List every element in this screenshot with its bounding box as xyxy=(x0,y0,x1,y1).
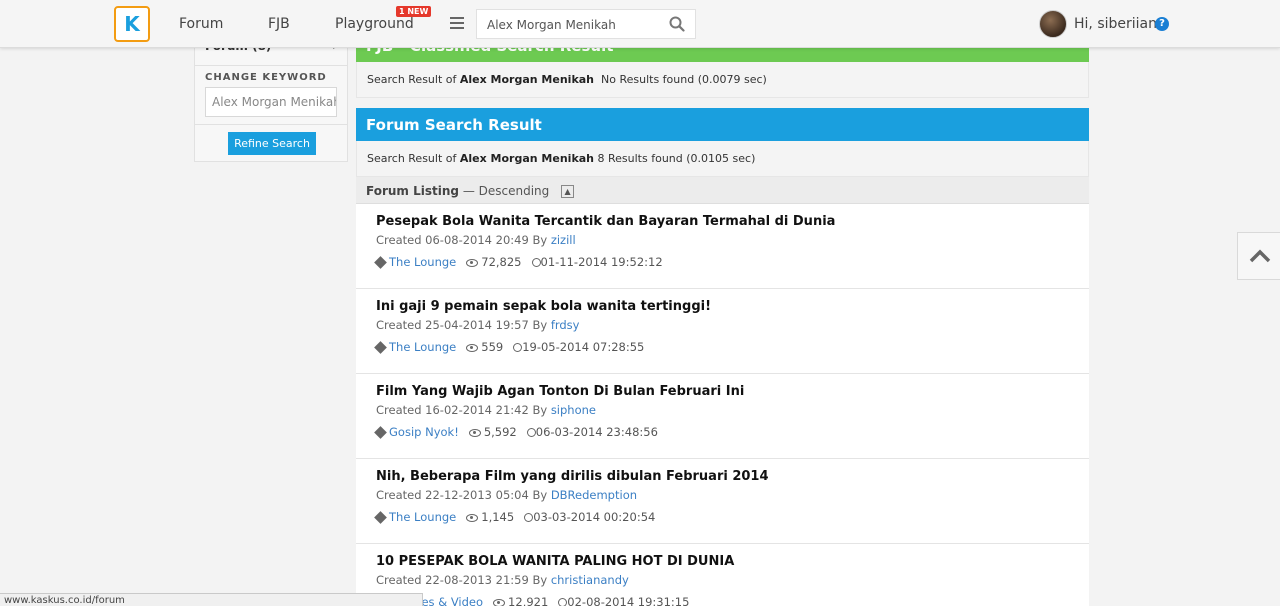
author-link[interactable]: christianandy xyxy=(551,573,629,587)
thread-meta: The Lounge 1,145 03-03-2014 00:20:54 xyxy=(374,510,656,524)
result-keyword: Alex Morgan Menikah xyxy=(459,73,595,86)
listing-label: Forum Listing xyxy=(366,184,459,198)
tag-icon xyxy=(374,341,387,354)
divider xyxy=(195,65,347,66)
created-text: Created 16-02-2014 21:42 By xyxy=(376,403,548,417)
chevron-up-icon xyxy=(1249,249,1271,263)
tag-icon xyxy=(374,256,387,269)
fjb-result-summary: Search Result of Alex Morgan Menikah No … xyxy=(356,62,1089,98)
forum-result-summary: Search Result of Alex Morgan Menikah 8 R… xyxy=(356,141,1089,177)
thread-title[interactable]: Film Yang Wajib Agan Tonton Di Bulan Feb… xyxy=(376,384,744,399)
author-link[interactable]: frdsy xyxy=(551,318,580,332)
search-results: FJB - Classified Search Result Search Re… xyxy=(356,0,1089,606)
keyword-input[interactable]: Alex Morgan Menikah xyxy=(205,87,337,117)
clock-icon xyxy=(558,598,568,606)
search-value: Alex Morgan Menikah xyxy=(487,18,616,32)
divider xyxy=(195,124,347,125)
view-count: 5,592 xyxy=(483,425,517,439)
thread-title[interactable]: 10 PESEPAK BOLA WANITA PALING HOT DI DUN… xyxy=(376,554,734,569)
thread-title[interactable]: Nih, Beberapa Film yang dirilis dibulan … xyxy=(376,469,769,484)
nav-forum[interactable]: Forum xyxy=(179,16,223,32)
clock-icon xyxy=(513,343,523,352)
thread-created: Created 22-08-2013 21:59 By christianand… xyxy=(376,573,629,587)
thread-created: Created 16-02-2014 21:42 By siphone xyxy=(376,403,596,417)
category-link[interactable]: The Lounge xyxy=(389,510,456,524)
created-text: Created 25-04-2014 19:57 By xyxy=(376,318,548,332)
result-count: 8 Results found (0.0105 sec) xyxy=(597,152,756,165)
thread-item: Nih, Beberapa Film yang dirilis dibulan … xyxy=(356,459,1089,544)
last-post-time: 19-05-2014 07:28:55 xyxy=(522,340,645,354)
search-input[interactable]: Alex Morgan Menikah xyxy=(476,9,696,39)
avatar[interactable] xyxy=(1039,10,1067,38)
thread-item: Pesepak Bola Wanita Tercantik dan Bayara… xyxy=(356,204,1089,289)
logo-letter: K xyxy=(124,12,140,36)
thread-title[interactable]: Ini gaji 9 pemain sepak bola wanita tert… xyxy=(376,299,711,314)
clock-icon xyxy=(526,428,536,437)
result-prefix: Search Result of xyxy=(367,73,457,86)
created-text: Created 06-08-2014 20:49 By xyxy=(376,233,548,247)
forum-header-title: Forum Search Result xyxy=(366,116,542,134)
new-badge: 1 NEW xyxy=(396,6,432,17)
nav-fjb[interactable]: FJB xyxy=(268,16,290,32)
refine-search-button[interactable]: Refine Search xyxy=(228,132,316,155)
thread-item: 10 PESEPAK BOLA WANITA PALING HOT DI DUN… xyxy=(356,544,1089,606)
created-text: Created 22-12-2013 05:04 By xyxy=(376,488,548,502)
thread-created: Created 22-12-2013 05:04 By DBRedemption xyxy=(376,488,637,502)
forum-listing-bar: Forum Listing — Descending ▲ xyxy=(356,177,1089,204)
menu-icon[interactable] xyxy=(450,17,464,29)
sort-toggle-icon[interactable]: ▲ xyxy=(561,185,575,198)
author-link[interactable]: DBRedemption xyxy=(551,488,637,502)
thread-meta: The Lounge 72,825 01-11-2014 19:52:12 xyxy=(374,255,663,269)
category-link[interactable]: The Lounge xyxy=(389,255,456,269)
browser-status-bar: www.kaskus.co.id/forum xyxy=(0,593,423,606)
view-count: 12,921 xyxy=(508,595,549,606)
tag-icon xyxy=(374,511,387,524)
view-count: 1,145 xyxy=(481,510,515,524)
nav-playground[interactable]: Playground xyxy=(335,16,414,32)
tag-icon xyxy=(374,426,387,439)
help-icon[interactable]: ? xyxy=(1155,17,1169,31)
thread-created: Created 25-04-2014 19:57 By frdsy xyxy=(376,318,579,332)
last-post-time: 02-08-2014 19:31:15 xyxy=(567,595,690,606)
thread-meta: Gosip Nyok! 5,592 06-03-2014 23:48:56 xyxy=(374,425,658,439)
change-keyword-label: CHANGE KEYWORD xyxy=(205,72,327,83)
category-link[interactable]: Gosip Nyok! xyxy=(389,425,459,439)
category-link[interactable]: The Lounge xyxy=(389,340,456,354)
last-post-time: 03-03-2014 00:20:54 xyxy=(533,510,656,524)
author-link[interactable]: siphone xyxy=(551,403,596,417)
search-icon[interactable] xyxy=(669,16,685,32)
thread-created: Created 06-08-2014 20:49 By zizill xyxy=(376,233,576,247)
user-greeting[interactable]: Hi, siberiian xyxy=(1074,16,1157,32)
eye-icon xyxy=(493,598,506,606)
created-text: Created 22-08-2013 21:59 By xyxy=(376,573,548,587)
last-post-time: 06-03-2014 23:48:56 xyxy=(535,425,658,439)
thread-item: Ini gaji 9 pemain sepak bola wanita tert… xyxy=(356,289,1089,374)
author-link[interactable]: zizill xyxy=(551,233,576,247)
clock-icon xyxy=(524,513,534,522)
thread-meta: Pictures & Video 12,921 02-08-2014 19:31:1… xyxy=(374,595,690,606)
result-prefix: Search Result of xyxy=(367,152,457,165)
eye-icon xyxy=(466,343,479,352)
scroll-top-button[interactable] xyxy=(1237,232,1280,280)
last-post-time: 01-11-2014 19:52:12 xyxy=(540,255,663,269)
clock-icon xyxy=(531,258,541,267)
eye-icon xyxy=(468,428,481,437)
listing-order: — Descending xyxy=(462,184,550,198)
result-keyword: Alex Morgan Menikah xyxy=(459,152,595,165)
thread-meta: The Lounge 559 19-05-2014 07:28:55 xyxy=(374,340,645,354)
thread-item: Film Yang Wajib Agan Tonton Di Bulan Feb… xyxy=(356,374,1089,459)
view-count: 559 xyxy=(481,340,504,354)
thread-title[interactable]: Pesepak Bola Wanita Tercantik dan Bayara… xyxy=(376,214,835,229)
kaskus-logo[interactable]: K xyxy=(114,6,150,42)
eye-icon xyxy=(466,513,479,522)
forum-section-header: Forum Search Result xyxy=(356,108,1089,141)
view-count: 72,825 xyxy=(481,255,522,269)
result-count: No Results found (0.0079 sec) xyxy=(601,73,767,86)
refine-sidebar: Forum (8) › CHANGE KEYWORD Alex Morgan M… xyxy=(194,28,348,162)
top-navbar: K Forum FJB Playground 1 NEW Alex Morgan… xyxy=(0,0,1280,48)
eye-icon xyxy=(466,258,479,267)
